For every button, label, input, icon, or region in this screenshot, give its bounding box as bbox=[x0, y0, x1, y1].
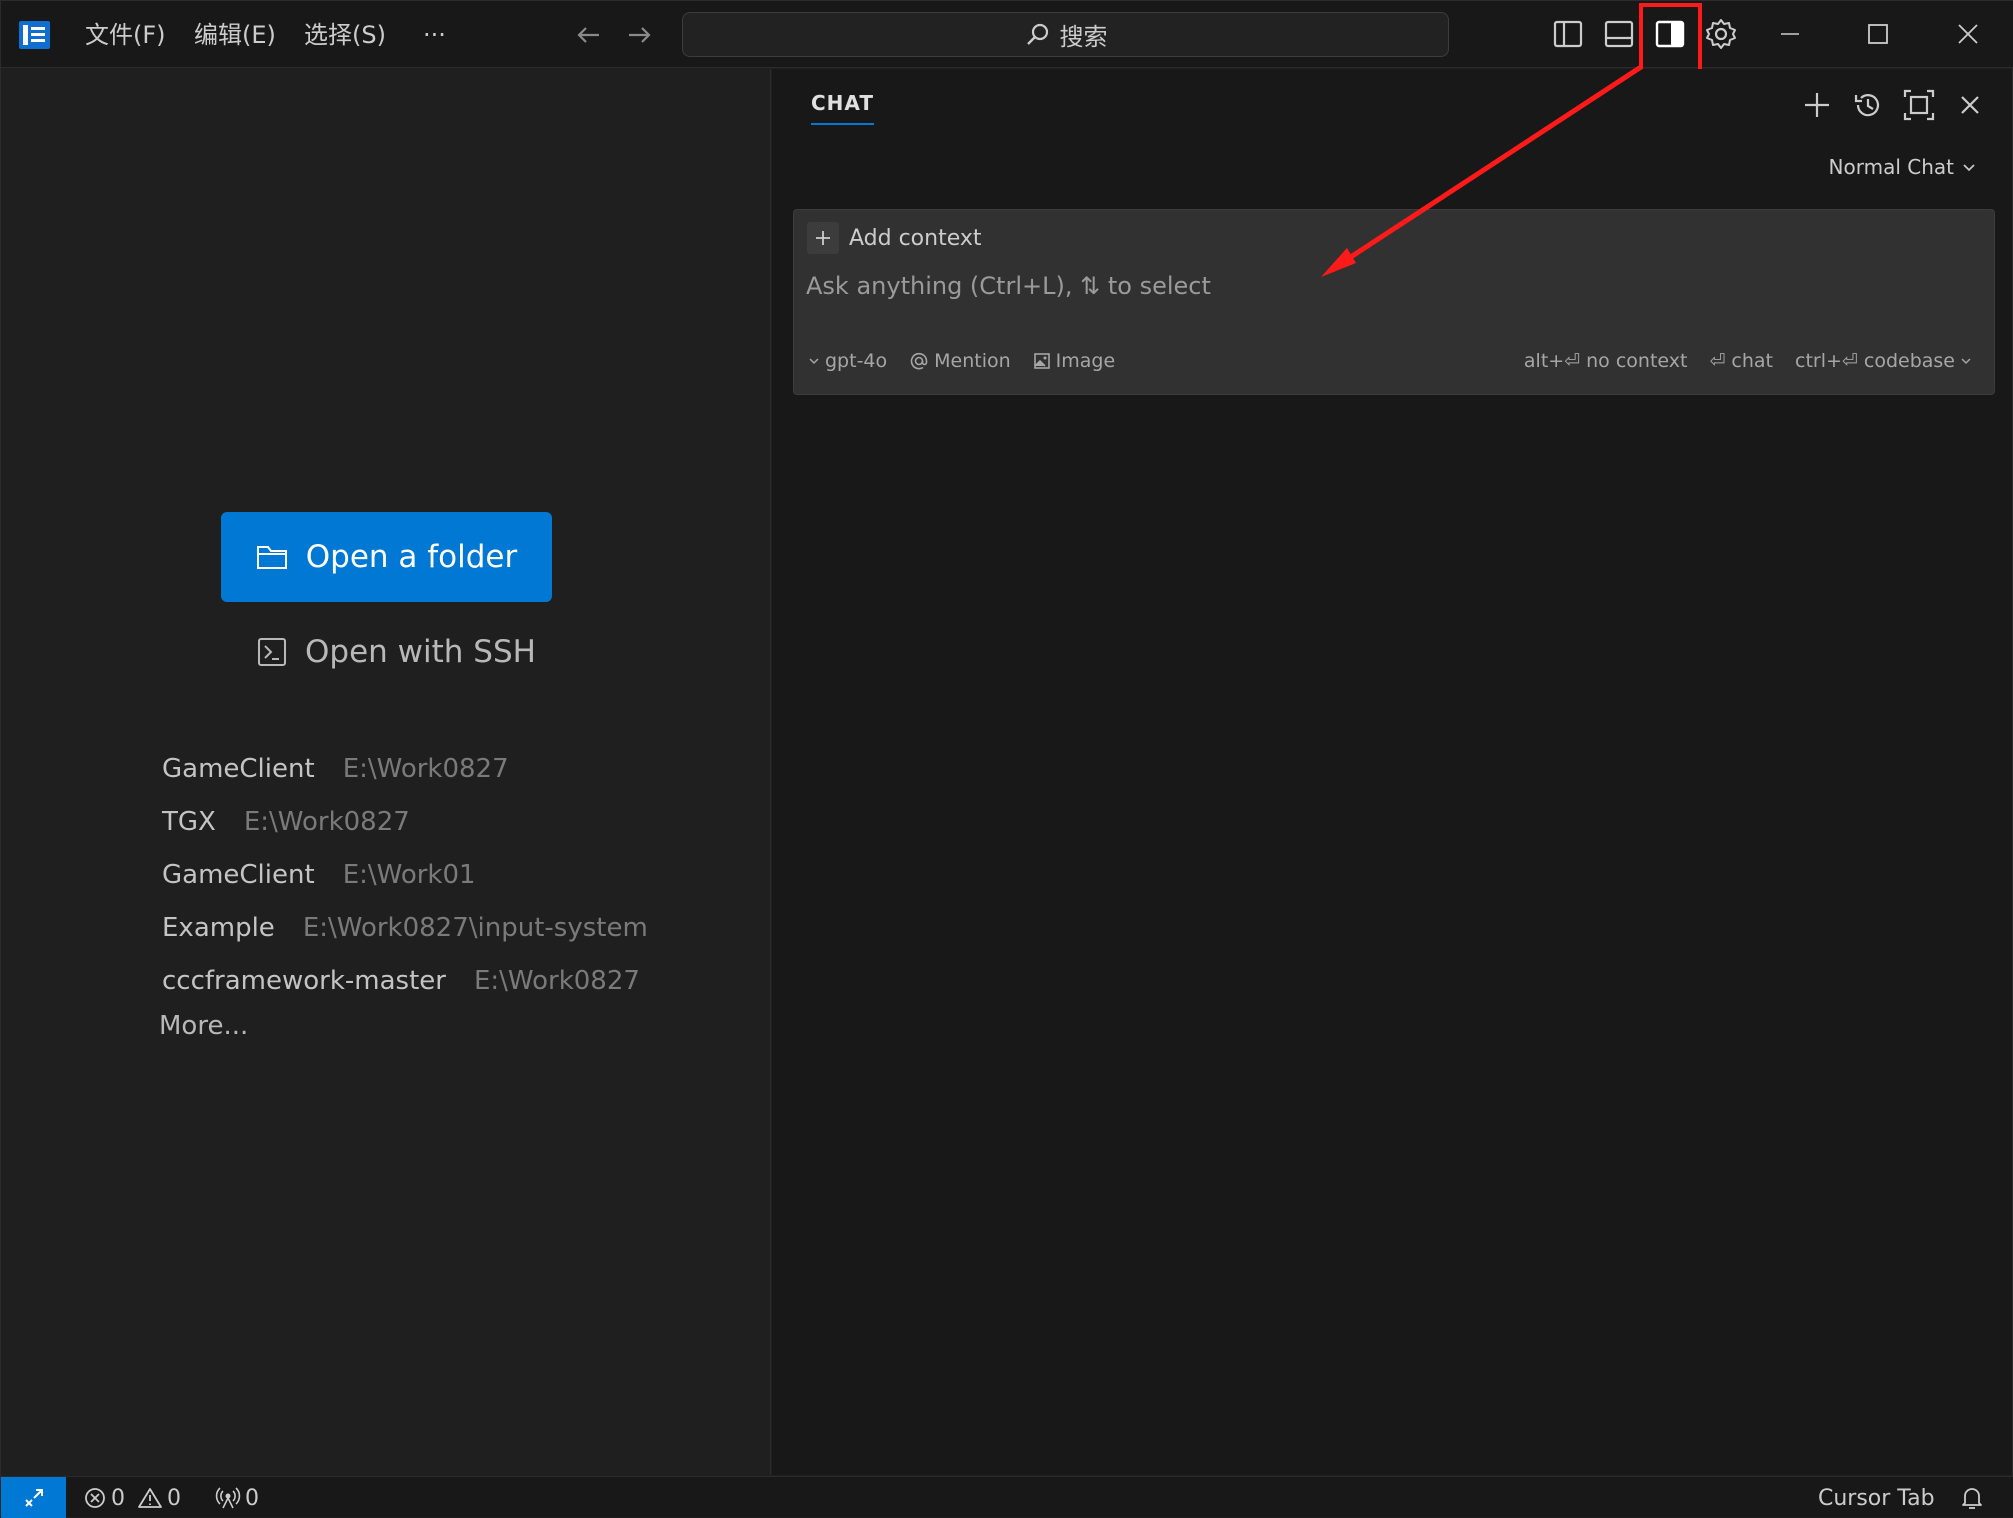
maximize-chat-icon[interactable] bbox=[1901, 87, 1937, 123]
cursor-tab-status[interactable]: Cursor Tab bbox=[1818, 1483, 1935, 1513]
add-context-button[interactable]: Add context bbox=[807, 222, 982, 254]
new-chat-icon[interactable] bbox=[1799, 87, 1835, 123]
ports-indicator[interactable]: 0 bbox=[215, 1483, 259, 1513]
add-context-label: Add context bbox=[849, 225, 982, 251]
broadcast-icon bbox=[215, 1487, 241, 1509]
recent-item-name: cccframework-master bbox=[162, 966, 446, 996]
recent-item-path: E:\Work0827\input-system bbox=[302, 913, 648, 943]
recent-item-path: E:\Work0827 bbox=[342, 754, 509, 784]
warning-icon bbox=[138, 1488, 162, 1508]
recent-item[interactable]: TGX E:\Work0827 bbox=[162, 802, 410, 842]
bell-icon[interactable] bbox=[1957, 1483, 1987, 1513]
chat-input-placeholder[interactable]: Ask anything (Ctrl+L), ⇅ to select bbox=[806, 272, 1211, 300]
terminal-icon bbox=[258, 638, 286, 666]
ports-count: 0 bbox=[245, 1485, 259, 1511]
warning-count: 0 bbox=[167, 1485, 181, 1511]
mention-label: Mention bbox=[934, 350, 1011, 372]
codebase-shortcut[interactable]: ctrl+⏎ codebase bbox=[1795, 350, 1972, 372]
title-bar: 文件(F) 编辑(E) 选择(S) ··· 搜索 bbox=[1, 1, 2013, 73]
recent-item[interactable]: GameClient E:\Work01 bbox=[162, 855, 476, 895]
more-recent-link[interactable]: More... bbox=[159, 1011, 248, 1041]
toggle-panel-icon[interactable] bbox=[1602, 17, 1636, 51]
arrow-left-icon[interactable] bbox=[573, 19, 605, 51]
recent-item-name: TGX bbox=[162, 807, 216, 837]
recent-item-name: GameClient bbox=[162, 754, 315, 784]
search-label: 搜索 bbox=[1059, 23, 1108, 51]
arrow-right-icon[interactable] bbox=[623, 19, 655, 51]
recent-item-name: Example bbox=[162, 913, 275, 943]
recent-item[interactable]: cccframework-master E:\Work0827 bbox=[162, 961, 640, 1001]
open-ssh-button[interactable]: Open with SSH bbox=[257, 627, 536, 677]
model-label: gpt-4o bbox=[825, 350, 888, 372]
chat-shortcut[interactable]: ⏎ chat bbox=[1709, 350, 1773, 372]
chat-input-box[interactable]: Add context Ask anything (Ctrl+L), ⇅ to … bbox=[793, 209, 1995, 395]
close-window-icon[interactable] bbox=[1951, 17, 1985, 51]
problems-indicator[interactable]: 0 0 bbox=[83, 1483, 181, 1513]
chevron-down-icon bbox=[1963, 164, 1975, 172]
open-folder-button[interactable]: Open a folder bbox=[221, 512, 552, 602]
search-icon bbox=[1026, 23, 1048, 45]
toggle-primary-sidebar-icon[interactable] bbox=[1551, 17, 1585, 51]
plus-icon bbox=[807, 222, 839, 254]
status-bar: 0 0 0 Cursor Tab bbox=[1, 1476, 2013, 1518]
open-ssh-label: Open with SSH bbox=[305, 634, 536, 670]
folder-icon bbox=[256, 546, 287, 569]
history-icon[interactable] bbox=[1850, 87, 1886, 123]
error-count: 0 bbox=[111, 1485, 125, 1511]
no-context-shortcut[interactable]: alt+⏎ no context bbox=[1524, 350, 1688, 372]
chevron-down-icon bbox=[1961, 358, 1971, 365]
recent-item-path: E:\Work0827 bbox=[243, 807, 410, 837]
chat-panel: CHAT Normal Chat Add context Ask anythin… bbox=[772, 69, 2012, 1475]
error-icon bbox=[85, 1488, 105, 1508]
open-folder-label: Open a folder bbox=[305, 539, 518, 575]
menu-more[interactable]: ··· bbox=[419, 17, 450, 53]
menu-edit[interactable]: 编辑(E) bbox=[190, 17, 280, 53]
app-logo-icon[interactable] bbox=[19, 21, 50, 49]
menu-file[interactable]: 文件(F) bbox=[81, 17, 170, 53]
chat-mode-label: Normal Chat bbox=[1828, 155, 1954, 179]
chat-submit-options: alt+⏎ no context ⏎ chat ctrl+⏎ codebase bbox=[1524, 350, 1972, 372]
at-icon bbox=[910, 352, 928, 370]
image-label: Image bbox=[1055, 350, 1116, 372]
minimize-icon[interactable] bbox=[1773, 17, 1807, 51]
command-search[interactable]: 搜索 bbox=[682, 12, 1449, 57]
chat-mode-select[interactable]: Normal Chat bbox=[1829, 155, 1976, 179]
recent-item-path: E:\Work0827 bbox=[473, 966, 640, 996]
chat-input-tools: gpt-4o Mention Image bbox=[808, 350, 1115, 372]
menu-select[interactable]: 选择(S) bbox=[300, 17, 390, 53]
app-window: 文件(F) 编辑(E) 选择(S) ··· 搜索 Open a folder O… bbox=[0, 0, 2013, 1518]
recent-item-name: GameClient bbox=[162, 860, 315, 890]
remote-icon bbox=[24, 1488, 43, 1507]
gear-icon[interactable] bbox=[1704, 17, 1738, 51]
recent-item[interactable]: GameClient E:\Work0827 bbox=[162, 749, 509, 789]
annotation-highlight-box bbox=[1639, 3, 1702, 73]
chevron-down-icon bbox=[809, 358, 819, 365]
welcome-panel: Open a folder Open with SSH GameClient E… bbox=[1, 69, 771, 1475]
image-icon bbox=[1033, 353, 1050, 369]
tab-chat[interactable]: CHAT bbox=[811, 91, 874, 125]
codebase-label: ctrl+⏎ codebase bbox=[1795, 350, 1955, 372]
close-chat-icon[interactable] bbox=[1952, 87, 1988, 123]
maximize-icon[interactable] bbox=[1861, 17, 1895, 51]
mention-button[interactable]: Mention bbox=[909, 350, 1011, 372]
remote-indicator[interactable] bbox=[1, 1477, 66, 1518]
model-select[interactable]: gpt-4o bbox=[808, 350, 887, 372]
image-button[interactable]: Image bbox=[1033, 350, 1116, 372]
recent-item[interactable]: Example E:\Work0827\input-system bbox=[162, 908, 648, 948]
recent-item-path: E:\Work01 bbox=[342, 860, 476, 890]
